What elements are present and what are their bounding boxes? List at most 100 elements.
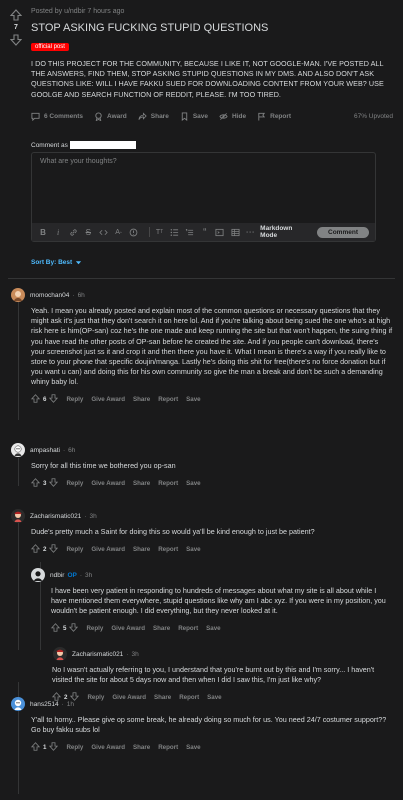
avatar[interactable] bbox=[53, 647, 67, 661]
comment-dot: · bbox=[126, 650, 129, 658]
comments-divider bbox=[8, 278, 395, 279]
give-award-button[interactable]: Give Award bbox=[91, 480, 125, 487]
reply-button[interactable]: Reply bbox=[86, 625, 103, 632]
comment-dot: · bbox=[79, 571, 83, 579]
give-award-button[interactable]: Give Award bbox=[91, 396, 125, 403]
upvote-arrow-icon[interactable] bbox=[30, 477, 41, 489]
table-icon[interactable] bbox=[230, 226, 240, 238]
report-button[interactable]: Report bbox=[158, 744, 178, 751]
downvote-arrow-icon[interactable] bbox=[49, 544, 59, 555]
comment-dot: · bbox=[61, 700, 64, 708]
share-button[interactable]: Share bbox=[138, 112, 169, 121]
comment-body: Yeah. I mean you already posted and expl… bbox=[31, 306, 393, 387]
more-options-icon[interactable]: ⋯ bbox=[245, 226, 255, 238]
quote-icon[interactable]: “ bbox=[200, 226, 210, 238]
give-award-button[interactable]: Give Award bbox=[111, 625, 145, 632]
post-flair[interactable]: official post bbox=[31, 43, 69, 51]
code-block-icon[interactable] bbox=[215, 226, 225, 238]
save-button[interactable]: Save bbox=[186, 546, 200, 553]
give-award-button[interactable]: Give Award bbox=[91, 744, 125, 751]
toolbar-divider bbox=[148, 227, 150, 237]
post-vote-column: 7 bbox=[8, 8, 24, 47]
comment-header: ndbir OP · 3h bbox=[31, 567, 393, 583]
thread-line bbox=[18, 562, 19, 650]
comment-input[interactable]: What are your thoughts? bbox=[40, 158, 117, 165]
reply-button[interactable]: Reply bbox=[66, 480, 83, 487]
comment-header: Zacharismatic021 · 3h bbox=[11, 508, 393, 524]
report-button[interactable]: Report bbox=[158, 546, 178, 553]
post-title[interactable]: STOP ASKING FUCKING STUPID QUESTIONS bbox=[31, 21, 393, 35]
downvote-arrow-icon[interactable] bbox=[69, 623, 79, 634]
report-button[interactable]: Report bbox=[158, 480, 178, 487]
save-button[interactable]: Save bbox=[186, 396, 200, 403]
avatar[interactable] bbox=[11, 509, 25, 523]
italic-icon[interactable]: i bbox=[53, 226, 63, 238]
comment-header: hans2514 · 1h bbox=[11, 696, 393, 712]
markdown-mode-button[interactable]: Markdown Mode bbox=[260, 225, 303, 239]
hide-button[interactable]: Hide bbox=[219, 112, 246, 121]
comment-editor[interactable]: What are your thoughts? B i S A ^ TT “ ⋯… bbox=[31, 152, 376, 242]
comment-author[interactable]: momochan04 bbox=[30, 292, 69, 299]
numbered-list-icon[interactable] bbox=[185, 226, 195, 238]
comment-zacharismatic021: Zacharismatic021 · 3h Dude's pretty much… bbox=[11, 508, 393, 555]
bold-icon[interactable]: B bbox=[38, 226, 48, 238]
comment-author[interactable]: ndbir bbox=[50, 572, 64, 579]
op-badge: OP bbox=[67, 571, 77, 579]
share-icon bbox=[138, 112, 147, 121]
share-button[interactable]: Share bbox=[153, 625, 170, 632]
link-icon[interactable] bbox=[68, 226, 78, 238]
inline-code-icon[interactable] bbox=[98, 226, 108, 238]
upvote-arrow-icon[interactable] bbox=[50, 623, 61, 634]
save-button[interactable]: Save bbox=[186, 480, 200, 487]
reply-button[interactable]: Reply bbox=[66, 396, 83, 403]
comment-author[interactable]: hans2514 bbox=[30, 701, 59, 708]
bulleted-list-icon[interactable] bbox=[170, 226, 180, 238]
comment-author[interactable]: ampashati bbox=[30, 447, 60, 454]
upvote-arrow-icon[interactable] bbox=[30, 742, 41, 753]
caret-down-icon bbox=[76, 261, 82, 265]
strikethrough-icon[interactable]: S bbox=[83, 226, 93, 238]
heading-icon[interactable]: TT bbox=[155, 226, 165, 238]
comment-zacharismatic021-reply: Zacharismatic021 · 3h No I wasn't actual… bbox=[51, 646, 393, 703]
share-button[interactable]: Share bbox=[133, 546, 150, 553]
award-button[interactable]: Award bbox=[94, 112, 127, 122]
sort-dropdown[interactable]: Sort By: Best bbox=[31, 259, 82, 266]
comment-hans2514: hans2514 · 1h Y'all to horny.. Please gi… bbox=[11, 696, 393, 753]
downvote-arrow-icon[interactable] bbox=[9, 33, 23, 47]
superscript-icon[interactable]: A ^ bbox=[113, 226, 123, 238]
comment-author[interactable]: Zacharismatic021 bbox=[30, 513, 81, 520]
comment-submit-button[interactable]: Comment bbox=[317, 226, 369, 238]
comments-button[interactable]: 6 Comments bbox=[31, 112, 83, 122]
post-meta: Posted by u/ndbir 7 hours ago bbox=[31, 8, 125, 15]
upvote-arrow-icon[interactable] bbox=[30, 394, 41, 405]
share-button[interactable]: Share bbox=[133, 396, 150, 403]
downvote-arrow-icon[interactable] bbox=[49, 478, 59, 489]
report-button[interactable]: Report bbox=[178, 625, 198, 632]
comment-momochan04: momochan04 · 6h Yeah. I mean you already… bbox=[11, 287, 393, 406]
comment-score: 6 bbox=[43, 396, 47, 404]
share-button[interactable]: Share bbox=[133, 480, 150, 487]
comment-body: Sorry for all this time we bothered you … bbox=[31, 461, 176, 470]
avatar[interactable] bbox=[11, 288, 25, 302]
downvote-arrow-icon[interactable] bbox=[49, 742, 59, 753]
spoiler-icon[interactable] bbox=[129, 226, 139, 238]
upvote-arrow-icon[interactable] bbox=[30, 543, 41, 555]
avatar[interactable] bbox=[31, 568, 45, 582]
save-button[interactable]: Save bbox=[206, 625, 220, 632]
comment-header: ampashati · 6h bbox=[11, 442, 393, 458]
share-button[interactable]: Share bbox=[133, 744, 150, 751]
save-button[interactable]: Save bbox=[180, 112, 208, 122]
downvote-arrow-icon[interactable] bbox=[49, 394, 59, 405]
report-button[interactable]: Report bbox=[158, 396, 178, 403]
report-button[interactable]: Report bbox=[257, 112, 291, 121]
hide-eye-icon bbox=[219, 113, 228, 121]
upvote-arrow-icon[interactable] bbox=[9, 8, 23, 22]
reply-button[interactable]: Reply bbox=[66, 546, 83, 553]
comment-author[interactable]: Zacharismatic021 bbox=[72, 651, 123, 658]
avatar[interactable] bbox=[11, 697, 25, 711]
give-award-button[interactable]: Give Award bbox=[91, 546, 125, 553]
avatar[interactable] bbox=[11, 443, 25, 457]
save-button[interactable]: Save bbox=[186, 744, 200, 751]
reply-button[interactable]: Reply bbox=[66, 744, 83, 751]
comment-ampashati: ampashati · 6h Sorry for all this time w… bbox=[11, 442, 393, 489]
